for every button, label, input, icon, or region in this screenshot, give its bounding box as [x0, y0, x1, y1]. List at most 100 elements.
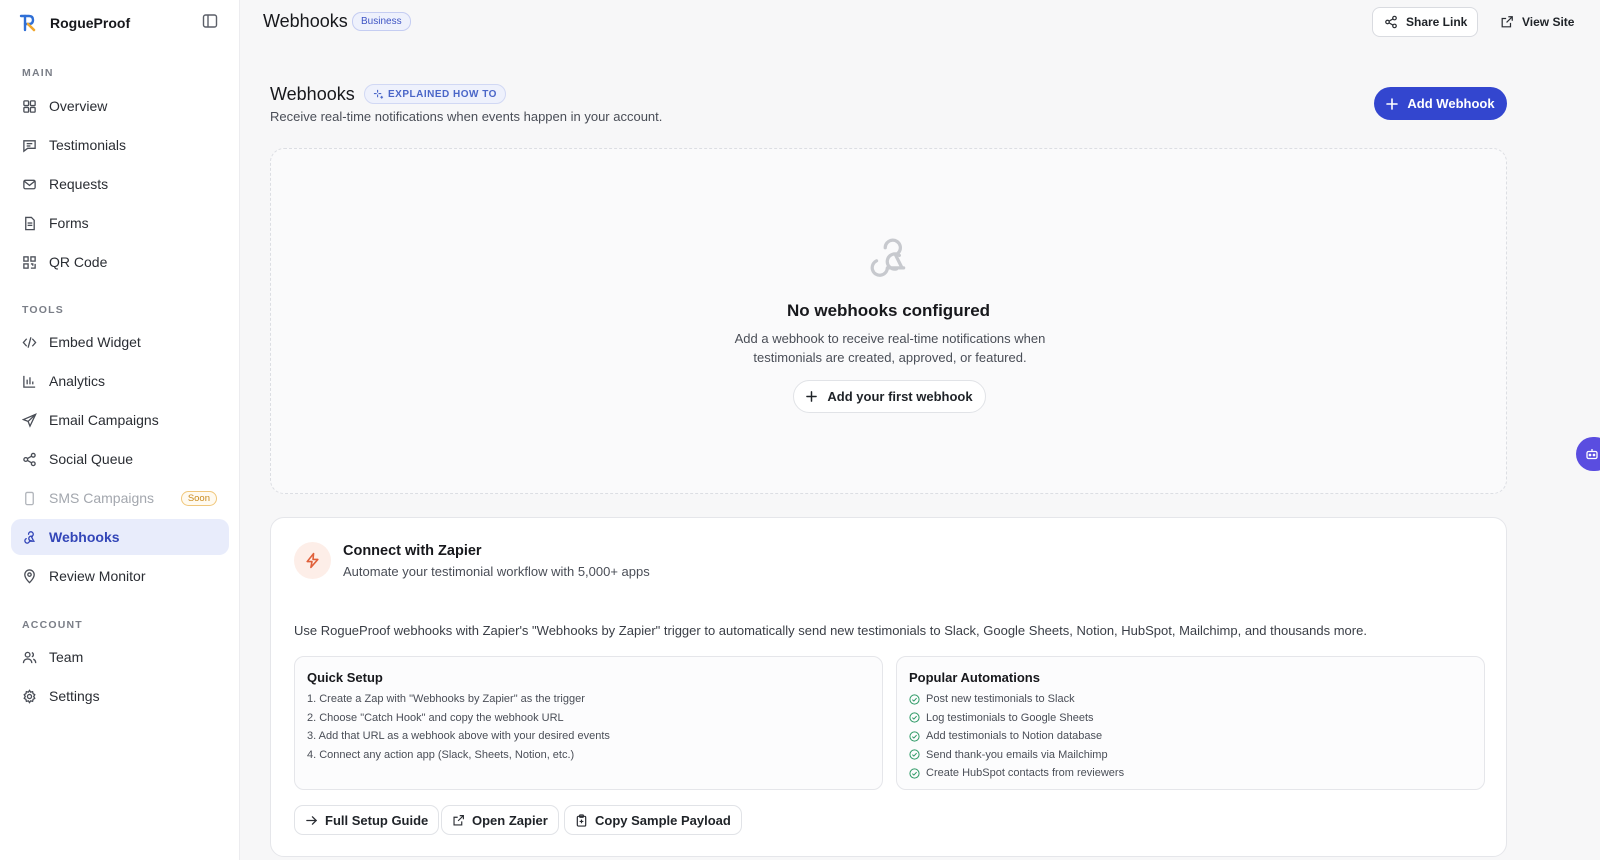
check-circle-icon — [909, 694, 920, 705]
sidebar-item-forms[interactable]: Forms — [11, 205, 229, 241]
quick-setup-box: Quick Setup 1. Create a Zap with "Webhoo… — [294, 656, 883, 790]
sidebar-item-sms-campaigns[interactable]: SMS Campaigns Soon — [11, 480, 229, 516]
zapier-title: Connect with Zapier — [343, 543, 482, 559]
mail-icon — [23, 179, 36, 189]
check-circle-icon — [909, 768, 920, 779]
section-label-account: ACCOUNT — [22, 619, 83, 631]
full-setup-guide-label: Full Setup Guide — [325, 812, 429, 828]
sidebar-item-label: Requests — [49, 176, 109, 192]
sidebar-item-label: Forms — [49, 215, 89, 231]
quick-setup-title: Quick Setup — [307, 670, 383, 685]
sparkle-icon — [373, 89, 384, 99]
empty-state-text: Add a webhook to receive real-time notif… — [734, 331, 1046, 365]
page-subtitle: Receive real-time notifications when eve… — [270, 109, 663, 124]
external-link-icon — [453, 814, 464, 826]
top-bar: Webhooks Business Share Link View Site — [240, 0, 1600, 44]
arrow-right-icon — [306, 815, 318, 825]
webhook-icon — [24, 530, 35, 544]
map-pin-icon — [24, 568, 35, 583]
zapier-subtitle: Automate your testimonial workflow with … — [343, 564, 650, 579]
code-icon — [22, 336, 37, 348]
automation-item: Send thank-you emails via Mailchimp — [909, 746, 1472, 765]
sidebar-item-label: Social Queue — [49, 451, 134, 467]
zapier-icon-container — [294, 542, 331, 579]
add-first-webhook-button[interactable]: Add your first webhook — [793, 380, 986, 413]
explained-how-to-label: EXPLAINED HOW TO — [388, 88, 497, 100]
zap-icon — [306, 552, 319, 569]
share-link-button[interactable]: Share Link — [1372, 7, 1479, 37]
automation-label: Add testimonials to Notion database — [926, 730, 1103, 742]
add-webhook-button[interactable]: Add Webhook — [1374, 87, 1507, 120]
sidebar-item-qr-code[interactable]: QR Code — [11, 244, 229, 280]
sidebar-item-embed-widget[interactable]: Embed Widget — [11, 324, 229, 360]
bot-icon — [1586, 449, 1598, 460]
sidebar-item-settings[interactable]: Settings — [11, 678, 229, 714]
sidebar-item-label: Embed Widget — [49, 334, 141, 350]
automation-item: Create HubSpot contacts from reviewers — [909, 764, 1472, 783]
assistant-button[interactable] — [1576, 437, 1600, 471]
webhook-icon — [870, 238, 906, 277]
zapier-card: Connect with Zapier Automate your testim… — [270, 517, 1507, 857]
sidebar-item-label: Testimonials — [49, 137, 127, 153]
copy-sample-payload-button[interactable]: Copy Sample Payload — [564, 805, 742, 835]
view-site-button[interactable]: View Site — [1492, 7, 1582, 37]
sidebar-item-testimonials[interactable]: Testimonials — [11, 127, 229, 163]
plus-icon — [1386, 97, 1399, 110]
sidebar-item-label: Analytics — [49, 373, 106, 389]
section-label-main: MAIN — [22, 67, 54, 79]
sidebar-item-label: Team — [49, 649, 84, 665]
automation-label: Log testimonials to Google Sheets — [926, 711, 1094, 724]
sidebar-item-requests[interactable]: Requests — [11, 166, 229, 202]
grid-icon — [23, 99, 36, 113]
qr-code-icon — [23, 255, 36, 269]
explained-how-to-badge[interactable]: EXPLAINED HOW TO — [364, 84, 506, 104]
popular-automations-box: Popular Automations Post new testimonial… — [896, 656, 1485, 790]
automation-item: Post new testimonials to Slack — [909, 690, 1472, 709]
automation-label: Send thank-you emails via Mailchimp — [926, 748, 1108, 761]
plan-badge: Business — [352, 12, 411, 31]
sidebar: RogueProof MAIN Overview Testimonials Re… — [0, 0, 240, 860]
open-zapier-button[interactable]: Open Zapier — [441, 805, 559, 835]
sidebar-item-label: Overview — [49, 98, 108, 114]
file-text-icon — [25, 216, 35, 230]
gear-icon — [23, 688, 36, 704]
external-link-icon — [1501, 16, 1513, 28]
sidebar-item-team[interactable]: Team — [11, 639, 229, 675]
section-label-tools: TOOLS — [22, 304, 64, 316]
add-webhook-label: Add Webhook — [1407, 96, 1495, 111]
sidebar-item-webhooks[interactable]: Webhooks — [11, 519, 229, 555]
sidebar-toggle-icon[interactable] — [202, 13, 218, 29]
sidebar-item-overview[interactable]: Overview — [11, 88, 229, 124]
add-first-webhook-label: Add your first webhook — [827, 389, 973, 404]
rogueproof-logo-icon — [19, 14, 36, 32]
quick-setup-step: 2. Choose "Catch Hook" and copy the webh… — [307, 711, 564, 724]
quick-setup-step: 3. Add that URL as a webhook above with … — [307, 730, 610, 742]
clipboard-icon — [576, 813, 587, 827]
sidebar-item-analytics[interactable]: Analytics — [11, 363, 229, 399]
sidebar-item-label: Review Monitor — [49, 568, 146, 584]
share-icon — [23, 452, 36, 466]
check-circle-icon — [909, 731, 920, 742]
bar-chart-icon — [23, 375, 36, 388]
send-icon — [22, 412, 37, 428]
sidebar-item-review-monitor[interactable]: Review Monitor — [11, 558, 229, 594]
message-square-icon — [23, 139, 36, 152]
sidebar-item-social-queue[interactable]: Social Queue — [11, 441, 229, 477]
full-setup-guide-button[interactable]: Full Setup Guide — [294, 805, 440, 835]
open-zapier-label: Open Zapier — [472, 812, 548, 828]
view-site-label: View Site — [1522, 15, 1575, 29]
page-title: Webhooks — [270, 84, 355, 104]
brand[interactable]: RogueProof — [18, 10, 130, 36]
zapier-description: Use RogueProof webhooks with Zapier's "W… — [294, 623, 1367, 638]
brand-name: RogueProof — [50, 15, 131, 31]
sidebar-item-label: Email Campaigns — [49, 412, 159, 428]
sidebar-item-label: Settings — [49, 688, 100, 704]
plus-icon — [806, 391, 818, 402]
check-circle-icon — [909, 749, 920, 760]
share-link-label: Share Link — [1406, 15, 1468, 29]
sidebar-item-label: SMS Campaigns — [49, 490, 155, 506]
sidebar-item-email-campaigns[interactable]: Email Campaigns — [11, 402, 229, 438]
empty-state-card: No webhooks configured Add a webhook to … — [270, 148, 1507, 494]
top-bar-title: Webhooks — [263, 11, 348, 31]
automation-item: Log testimonials to Google Sheets — [909, 709, 1472, 728]
